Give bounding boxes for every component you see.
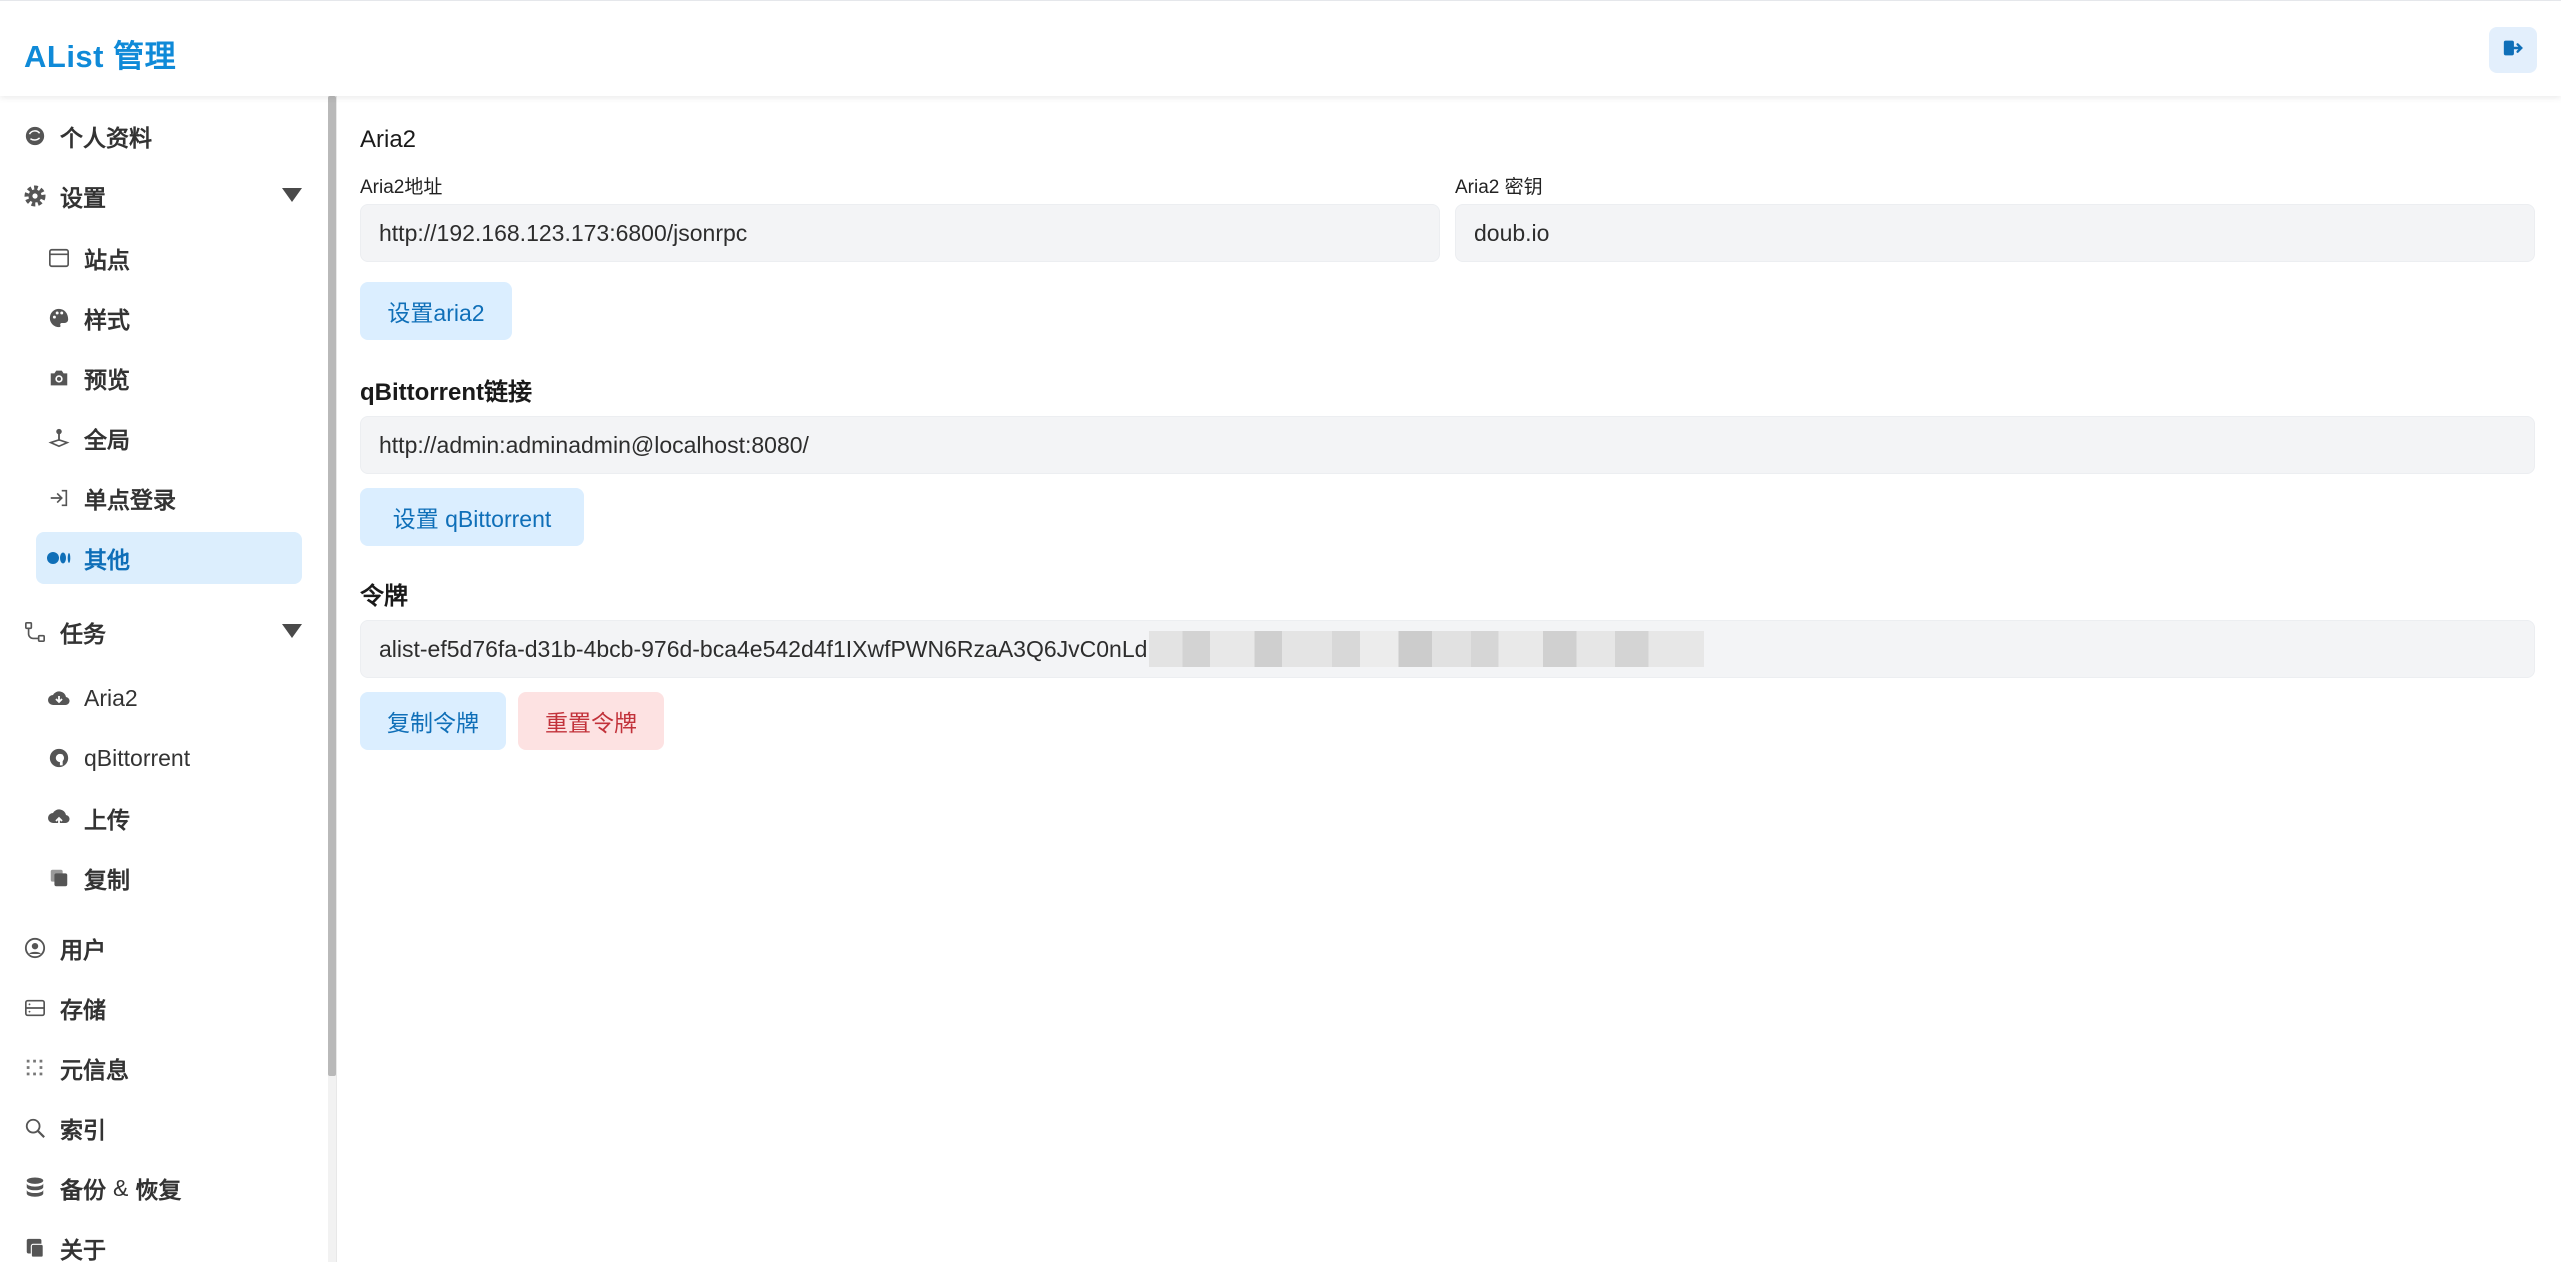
qbittorrent-icon xyxy=(46,745,72,771)
cloud-upload-icon xyxy=(46,805,72,831)
token-section-title: 令牌 xyxy=(360,583,408,610)
aria2-secret-label: Aria2 密钥 xyxy=(1455,177,1543,198)
sidebar-item-users[interactable]: 用户 xyxy=(22,922,312,974)
sidebar-item-global[interactable]: 全局 xyxy=(36,412,302,464)
sidebar-item-label: 个人资料 xyxy=(60,125,152,151)
sidebar-scrollbar[interactable] xyxy=(328,96,336,1076)
sidebar-item-about[interactable]: 关于 xyxy=(22,1222,312,1262)
copy-icon xyxy=(46,865,72,891)
set-aria2-button[interactable]: 设置aria2 xyxy=(360,282,512,340)
sidebar-item-upload[interactable]: 上传 xyxy=(36,792,302,844)
top-header: AList 管理 xyxy=(0,0,2561,96)
sidebar-item-label: 站点 xyxy=(84,247,130,273)
set-qbittorrent-button[interactable]: 设置 qBittorrent xyxy=(360,488,584,546)
sidebar-item-other[interactable]: 其他 xyxy=(36,532,302,584)
cloud-download-icon xyxy=(46,685,72,711)
sidebar-item-label: 样式 xyxy=(84,307,130,333)
storage-icon xyxy=(22,995,48,1021)
sidebar-item-preview[interactable]: 预览 xyxy=(36,352,302,404)
token-redacted-blur xyxy=(1149,631,1705,667)
palette-icon xyxy=(46,305,72,331)
about-icon xyxy=(22,1235,48,1261)
sidebar-item-label: 元信息 xyxy=(60,1057,129,1083)
workflow-icon xyxy=(22,619,48,645)
sidebar-item-label: qBittorrent xyxy=(84,744,191,771)
brand-title[interactable]: AList 管理 xyxy=(24,31,176,76)
sidebar-item-aria2[interactable]: Aria2 xyxy=(36,672,302,724)
token-value: alist-ef5d76fa-d31b-4bcb-976d-bca4e542d4… xyxy=(379,635,1148,662)
sidebar-group-label: 任务 xyxy=(60,621,106,647)
sign-in-icon xyxy=(46,485,72,511)
aria2-section-title: Aria2 xyxy=(360,126,417,153)
sidebar-item-label: 存储 xyxy=(60,997,106,1023)
joystick-icon xyxy=(46,425,72,451)
sidebar-item-label: 全局 xyxy=(84,427,130,453)
sidebar-item-style[interactable]: 样式 xyxy=(36,292,302,344)
sidebar-item-index[interactable]: 索引 xyxy=(22,1102,312,1154)
main-content: Aria2 Aria2地址 http://192.168.123.173:680… xyxy=(337,96,2561,1262)
token-input[interactable]: alist-ef5d76fa-d31b-4bcb-976d-bca4e542d4… xyxy=(360,620,2535,678)
sidebar-item-label-amp: & xyxy=(113,1174,129,1201)
sidebar-item-label: 预览 xyxy=(84,367,130,393)
logout-button[interactable] xyxy=(2489,27,2537,73)
sidebar-group-tasks[interactable]: 任务 xyxy=(22,606,312,658)
database-icon xyxy=(22,1175,48,1201)
chevron-down-icon[interactable] xyxy=(282,624,302,638)
window-icon xyxy=(46,245,72,271)
sidebar: 个人资料 设置 站点 样式 预览 全局 单点登录 其他 任务 Aria2 qBi… xyxy=(0,96,328,1262)
qbittorrent-section-title: qBittorrent链接 xyxy=(360,379,532,406)
sidebar-item-label: 恢复 xyxy=(135,1177,182,1203)
aria2-address-input[interactable]: http://192.168.123.173:6800/jsonrpc xyxy=(360,204,1440,262)
sidebar-item-backup[interactable]: 备份 & 恢复 xyxy=(22,1162,312,1214)
sidebar-item-label: 用户 xyxy=(60,937,106,963)
search-icon xyxy=(22,1115,48,1141)
sidebar-item-copy[interactable]: 复制 xyxy=(36,852,302,904)
sidebar-item-label: 备份 xyxy=(60,1177,106,1203)
sidebar-item-label: 单点登录 xyxy=(84,487,176,513)
sidebar-item-meta[interactable]: 元信息 xyxy=(22,1042,312,1094)
sidebar-group-label: 设置 xyxy=(60,185,106,211)
qbittorrent-url-input[interactable]: http://admin:adminadmin@localhost:8080/ xyxy=(360,416,2535,474)
sidebar-item-qbittorrent[interactable]: qBittorrent xyxy=(36,732,302,784)
meta-icon xyxy=(22,1055,48,1081)
chevron-down-icon[interactable] xyxy=(282,188,302,202)
copy-token-button[interactable]: 复制令牌 xyxy=(360,692,506,750)
aria2-secret-input[interactable]: doub.io xyxy=(1455,204,2535,262)
camera-icon xyxy=(46,365,72,391)
sidebar-item-label: 上传 xyxy=(84,807,130,833)
user-circle-icon xyxy=(22,935,48,961)
sidebar-item-label: 其他 xyxy=(84,547,130,573)
sidebar-item-label: 关于 xyxy=(60,1237,106,1262)
sidebar-item-label: Aria2 xyxy=(84,684,138,711)
sidebar-item-site[interactable]: 站点 xyxy=(36,232,302,284)
sidebar-item-sso[interactable]: 单点登录 xyxy=(36,472,302,524)
gear-icon xyxy=(22,183,48,209)
sidebar-item-label: 复制 xyxy=(84,867,130,893)
medium-icon xyxy=(46,545,72,571)
sidebar-item-storage[interactable]: 存储 xyxy=(22,982,312,1034)
reset-token-button[interactable]: 重置令牌 xyxy=(518,692,664,750)
sidebar-item-profile[interactable]: 个人资料 xyxy=(22,110,312,162)
profile-icon xyxy=(22,123,48,149)
logout-icon xyxy=(2502,37,2524,64)
aria2-address-label: Aria2地址 xyxy=(360,177,443,198)
sidebar-item-label: 索引 xyxy=(60,1117,106,1143)
sidebar-group-settings[interactable]: 设置 xyxy=(22,170,312,222)
